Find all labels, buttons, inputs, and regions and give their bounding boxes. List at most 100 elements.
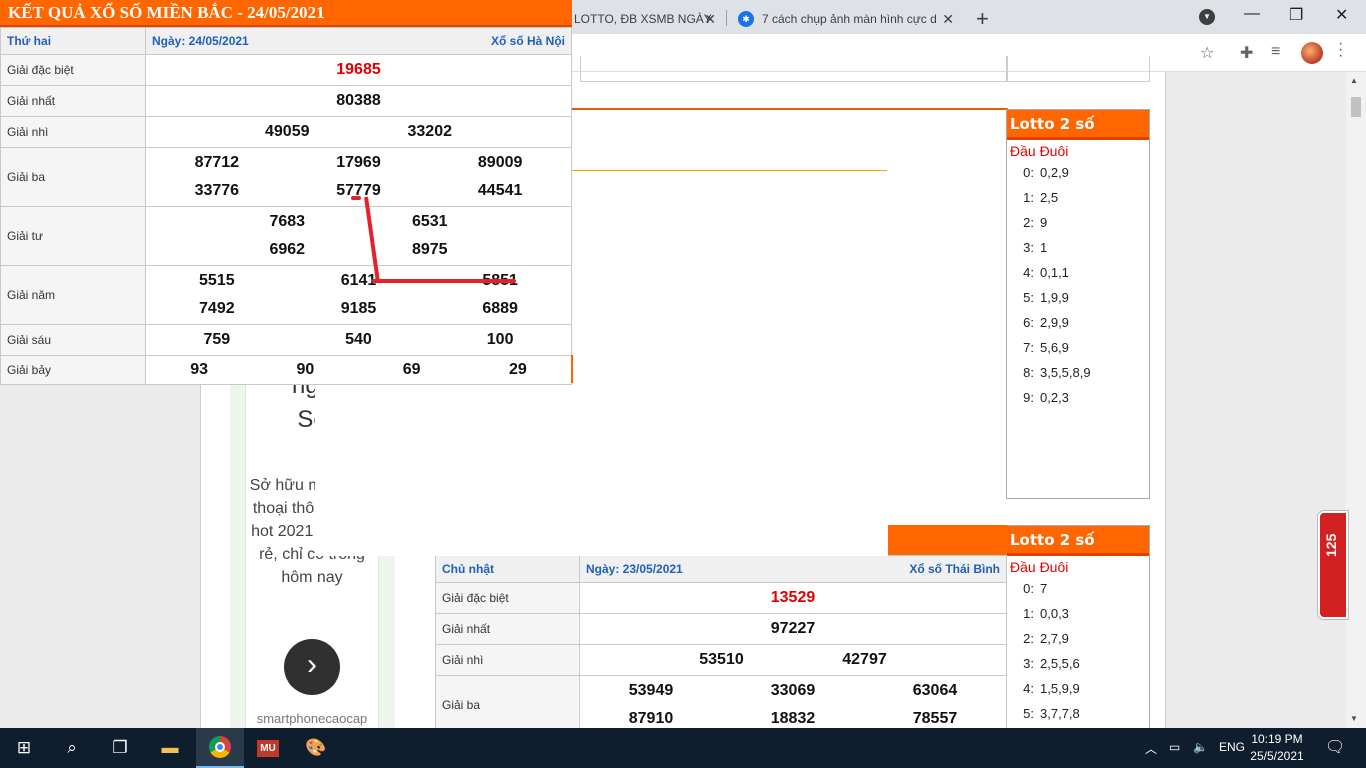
tab-title: LOTTO, ĐB XSMB NGÀY xyxy=(574,12,712,26)
scroll-up-icon[interactable]: ▲ xyxy=(1350,76,1358,85)
prize-number: 100 xyxy=(486,331,514,348)
prize-label: Giải ba xyxy=(0,147,146,207)
lotto-subtitle: Đầu Đuôi xyxy=(1010,143,1069,159)
close-tab-icon[interactable]: ✕ xyxy=(942,11,954,28)
result-table-hanoi: Thứ hai Ngày: 24/05/2021 Xổ số Hà Nội Gi… xyxy=(0,27,572,385)
windows-start-icon[interactable]: ⊞ xyxy=(0,728,48,768)
lotto-head-digit: 2: xyxy=(1023,631,1034,646)
lotto-row: 2: 2,7,9 xyxy=(1007,626,1149,651)
scrollbar[interactable] xyxy=(1346,72,1366,728)
lotto-subtitle: Đầu Đuôi xyxy=(1010,559,1069,575)
pen-stroke xyxy=(351,196,361,200)
lottery-region-link[interactable]: Xổ số Thái Bình xyxy=(909,562,1000,576)
lotto-row: 4: 0,1,1 xyxy=(1007,260,1149,285)
lotto-tail-digits: 0,0,3 xyxy=(1040,606,1069,621)
floating-promo-widget[interactable]: 125 xyxy=(1318,511,1348,619)
prize-number: 6889 xyxy=(482,300,518,317)
table-header-row: Thứ hai Ngày: 24/05/2021 Xổ số Hà Nội xyxy=(0,27,572,55)
scrollbar-thumb[interactable] xyxy=(1351,97,1361,117)
lotto-head-digit: 6: xyxy=(1023,315,1034,330)
prize-numbers: 93 90 69 29 xyxy=(145,355,572,385)
lotto-tail-digits: 1 xyxy=(1040,240,1048,255)
prize-number: 19685 xyxy=(336,61,381,78)
prize-row: Giải nhất 97227 xyxy=(435,613,1007,645)
prize-numbers: 13529 xyxy=(579,582,1007,614)
prize-number: 44541 xyxy=(477,182,523,199)
clock-date: 25/5/2021 xyxy=(1250,749,1304,763)
show-hidden-icons-icon[interactable]: ︿ xyxy=(1145,740,1157,757)
paint-icon[interactable]: 🎨 xyxy=(292,728,340,768)
notification-center-icon[interactable]: 🗨 xyxy=(1325,737,1345,757)
lotto-head-digit: 3: xyxy=(1023,656,1034,671)
close-window-button[interactable]: ✕ xyxy=(1335,5,1348,25)
prize-row: Giải nhì 53510 42797 xyxy=(435,644,1007,676)
prize-number: 93 xyxy=(190,361,209,378)
prize-number: 7492 xyxy=(199,300,235,317)
prize-number: 33069 xyxy=(770,682,816,699)
lotto-head-digit: 2: xyxy=(1023,215,1034,230)
lotto-title: Lotto 2 số xyxy=(1007,526,1149,556)
new-tab-button[interactable]: + xyxy=(976,6,989,32)
close-tab-icon[interactable]: ✕ xyxy=(704,11,716,28)
prize-row: Giải đặc biệt 13529 xyxy=(435,582,1007,614)
lotto-head-digit: 0: xyxy=(1023,581,1034,596)
lotto-tail-digits: 3,5,5,8,9 xyxy=(1040,365,1091,380)
lotto-row: 3: 2,5,5,6 xyxy=(1007,651,1149,676)
search-icon[interactable]: ⌕ xyxy=(48,728,96,768)
day-of-week: Thứ hai xyxy=(0,27,146,55)
network-icon[interactable]: ▭ xyxy=(1169,740,1180,754)
prize-number: 53510 xyxy=(699,651,744,668)
scroll-down-icon[interactable]: ▼ xyxy=(1350,714,1358,723)
prize-label: Giải đặc biệt xyxy=(0,54,146,86)
lotto-row: 2: 9 xyxy=(1007,210,1149,235)
lotto-tail-digits: 2,5,5,6 xyxy=(1040,656,1080,671)
prize-number: 759 xyxy=(203,331,231,348)
prize-label: Giải nhì xyxy=(0,116,146,148)
minimize-button[interactable]: — xyxy=(1244,5,1260,23)
profile-avatar[interactable] xyxy=(1301,42,1323,64)
lotto-row: 0: 0,2,9 xyxy=(1007,160,1149,185)
prize-number: 80388 xyxy=(336,92,381,109)
prize-row: Giải ba 87712 17969 89009 33776 57779 44541 xyxy=(0,147,572,207)
system-clock[interactable]: 10:19 PM 25/5/2021 xyxy=(1244,731,1310,765)
lotto-row: 1: 0,0,3 xyxy=(1007,601,1149,626)
previous-lotto-bottom xyxy=(1006,56,1150,82)
prize-number: 90 xyxy=(296,361,315,378)
ad-next-arrow-icon[interactable]: › xyxy=(284,639,340,695)
prize-label: Giải nhì xyxy=(435,644,580,676)
tab-search-icon[interactable]: ▼ xyxy=(1199,9,1215,25)
lotto-tail-digits: 5,6,9 xyxy=(1040,340,1069,355)
volume-icon[interactable]: 🔈 xyxy=(1193,740,1208,754)
chrome-icon[interactable] xyxy=(196,728,244,768)
prize-number: 540 xyxy=(345,331,372,348)
prize-number: 29 xyxy=(508,361,527,378)
lotto-tail-digits: 2,7,9 xyxy=(1040,631,1069,646)
lottery-region-link[interactable]: Xổ số Hà Nội xyxy=(491,34,565,48)
tab-lotto[interactable]: LOTTO, ĐB XSMB NGÀY ✕ xyxy=(566,4,724,34)
menu-kebab-icon[interactable]: · · · xyxy=(1338,36,1343,64)
prize-number: 69 xyxy=(402,361,421,378)
task-view-icon[interactable]: ❐ xyxy=(96,728,144,768)
extensions-icon[interactable]: ✚ xyxy=(1240,43,1253,63)
prize-number: 53949 xyxy=(628,682,674,699)
prize-number: 9185 xyxy=(340,300,377,317)
previous-table-bottom xyxy=(580,56,1008,82)
table-header-row: Chủ nhật Ngày: 23/05/2021 Xổ số Thái Bìn… xyxy=(435,555,1007,583)
day-of-week: Chủ nhật xyxy=(435,555,580,583)
mu-app-icon[interactable]: MU xyxy=(244,728,292,768)
bookmark-star-icon[interactable]: ☆ xyxy=(1200,43,1214,63)
prize-row: Giải sáu 759 540 100 xyxy=(0,324,572,356)
maximize-button[interactable]: ❐ xyxy=(1289,5,1303,25)
lotto-row: 8: 3,5,5,8,9 xyxy=(1007,360,1149,385)
ad-domain[interactable]: smartphonecaocap xyxy=(245,711,379,726)
lotto-head-digit: 4: xyxy=(1023,681,1034,696)
lotto-row: 1: 2,5 xyxy=(1007,185,1149,210)
lotto-tail-digits: 2,5 xyxy=(1040,190,1059,205)
tab-screenshot-guide[interactable]: ✱ 7 cách chụp ảnh màn hình cực dễ ✕ xyxy=(730,4,962,34)
input-language[interactable]: ENG xyxy=(1219,740,1245,754)
lotto-head-digit: 7: xyxy=(1023,340,1034,355)
file-explorer-icon[interactable]: ▬ xyxy=(146,728,194,768)
media-control-icon[interactable]: ≡ xyxy=(1271,43,1280,61)
prize-numbers: 7683 6531 6962 8975 xyxy=(145,206,572,266)
lotto-box-thaibinh: Lotto 2 số Đầu Đuôi 0: 7 1: 0,0,3 2: 2,7,9 3: 2… xyxy=(1006,525,1150,735)
